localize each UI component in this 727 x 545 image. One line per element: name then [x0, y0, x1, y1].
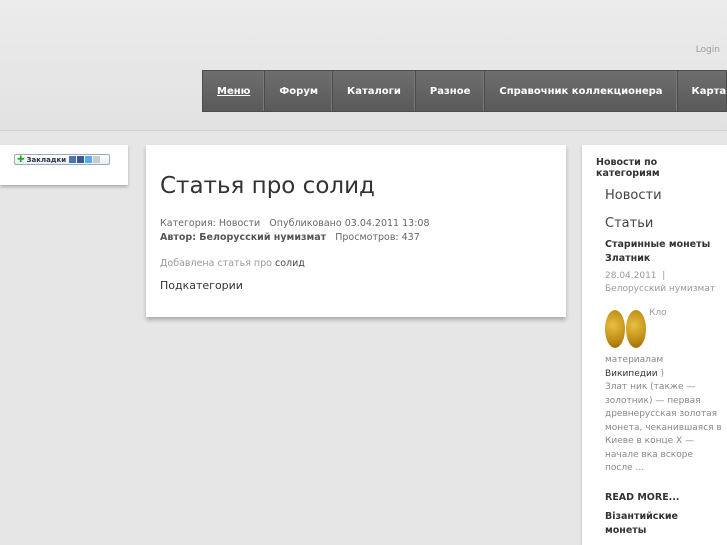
article-panel: Статья про солид Категория: Новости Опуб…: [146, 145, 566, 317]
nav-item-forum[interactable]: Форум: [265, 71, 334, 111]
coin-image-front: [605, 310, 625, 348]
paren-text: ): [660, 368, 665, 379]
bookmarks-label: Закладки: [26, 155, 67, 164]
page-title: Статья про солид: [160, 173, 375, 199]
sidebar-item-title-2[interactable]: Візантийские монеты: [605, 510, 705, 538]
login-link[interactable]: Login: [696, 45, 720, 55]
nav-item-menu[interactable]: Меню: [203, 71, 266, 111]
main-nav: Меню Форум Каталоги Разное Справочник ко…: [202, 70, 727, 112]
excerpt-text-2: вка: [641, 449, 658, 460]
sidebar-news-link[interactable]: Новости: [605, 188, 662, 203]
facebook-icon: [77, 156, 85, 163]
bookmarks-panel: ✚ Закладки: [0, 145, 128, 185]
nav-item-sitemap[interactable]: Карта сайта: [678, 71, 727, 111]
sidebar-item-title[interactable]: Старинные монеты Златник: [605, 238, 715, 266]
nav-item-collector-guide[interactable]: Справочник коллекционера: [485, 71, 678, 111]
article-meta: Категория: Новости Опубликовано 03.04.20…: [160, 217, 430, 245]
vk-icon: [69, 156, 77, 163]
coin-image-back: [626, 310, 646, 348]
added-text: Добавлена статья про: [160, 258, 272, 269]
published-date: Опубликовано 03.04.2011 13:08: [269, 218, 430, 229]
article-body: Добавлена статья про солид: [160, 258, 305, 269]
read-more-link[interactable]: READ MORE...: [605, 492, 680, 503]
more-icon: [93, 156, 101, 163]
sidebar-item-meta: 28.04.2011 | Белорусский нумизмат: [605, 271, 716, 294]
sidebar-item-author: Белорусский нумизмат: [605, 284, 716, 294]
view-count: Просмотров: 437: [335, 232, 420, 243]
materials-text: материалам: [605, 355, 664, 365]
excerpt-text: Злат ник (также — золотник) — первая дре…: [605, 382, 722, 460]
subcategories-heading: Подкатегории: [160, 279, 243, 292]
twitter-icon: [85, 156, 93, 163]
plus-icon: ✚: [17, 154, 25, 165]
sidebar-articles-link[interactable]: Статьи: [605, 216, 653, 231]
kno-text: Кло: [649, 308, 667, 318]
nav-item-misc[interactable]: Разное: [416, 71, 486, 111]
wikipedia-link[interactable]: Википедии: [605, 369, 658, 379]
nav-item-catalogs[interactable]: Каталоги: [333, 71, 416, 111]
category-link[interactable]: Новости: [219, 218, 260, 229]
bookmarks-button[interactable]: ✚ Закладки: [14, 154, 110, 165]
header: Login Меню Форум Каталоги Разное Справоч…: [0, 0, 727, 131]
sidebar-item-date: 28.04.2011: [605, 271, 657, 281]
sidebar-item-excerpt: материалам Википедии ) Злат ник (также —…: [605, 354, 723, 476]
category-label: Категория:: [160, 218, 216, 229]
author: Автор: Белорусский нумизмат: [160, 232, 327, 243]
sidebar-heading: Новости по категориям: [596, 157, 660, 179]
added-link[interactable]: солид: [275, 258, 305, 269]
sidebar: Новости по категориям Новости Статьи Ста…: [582, 145, 727, 545]
